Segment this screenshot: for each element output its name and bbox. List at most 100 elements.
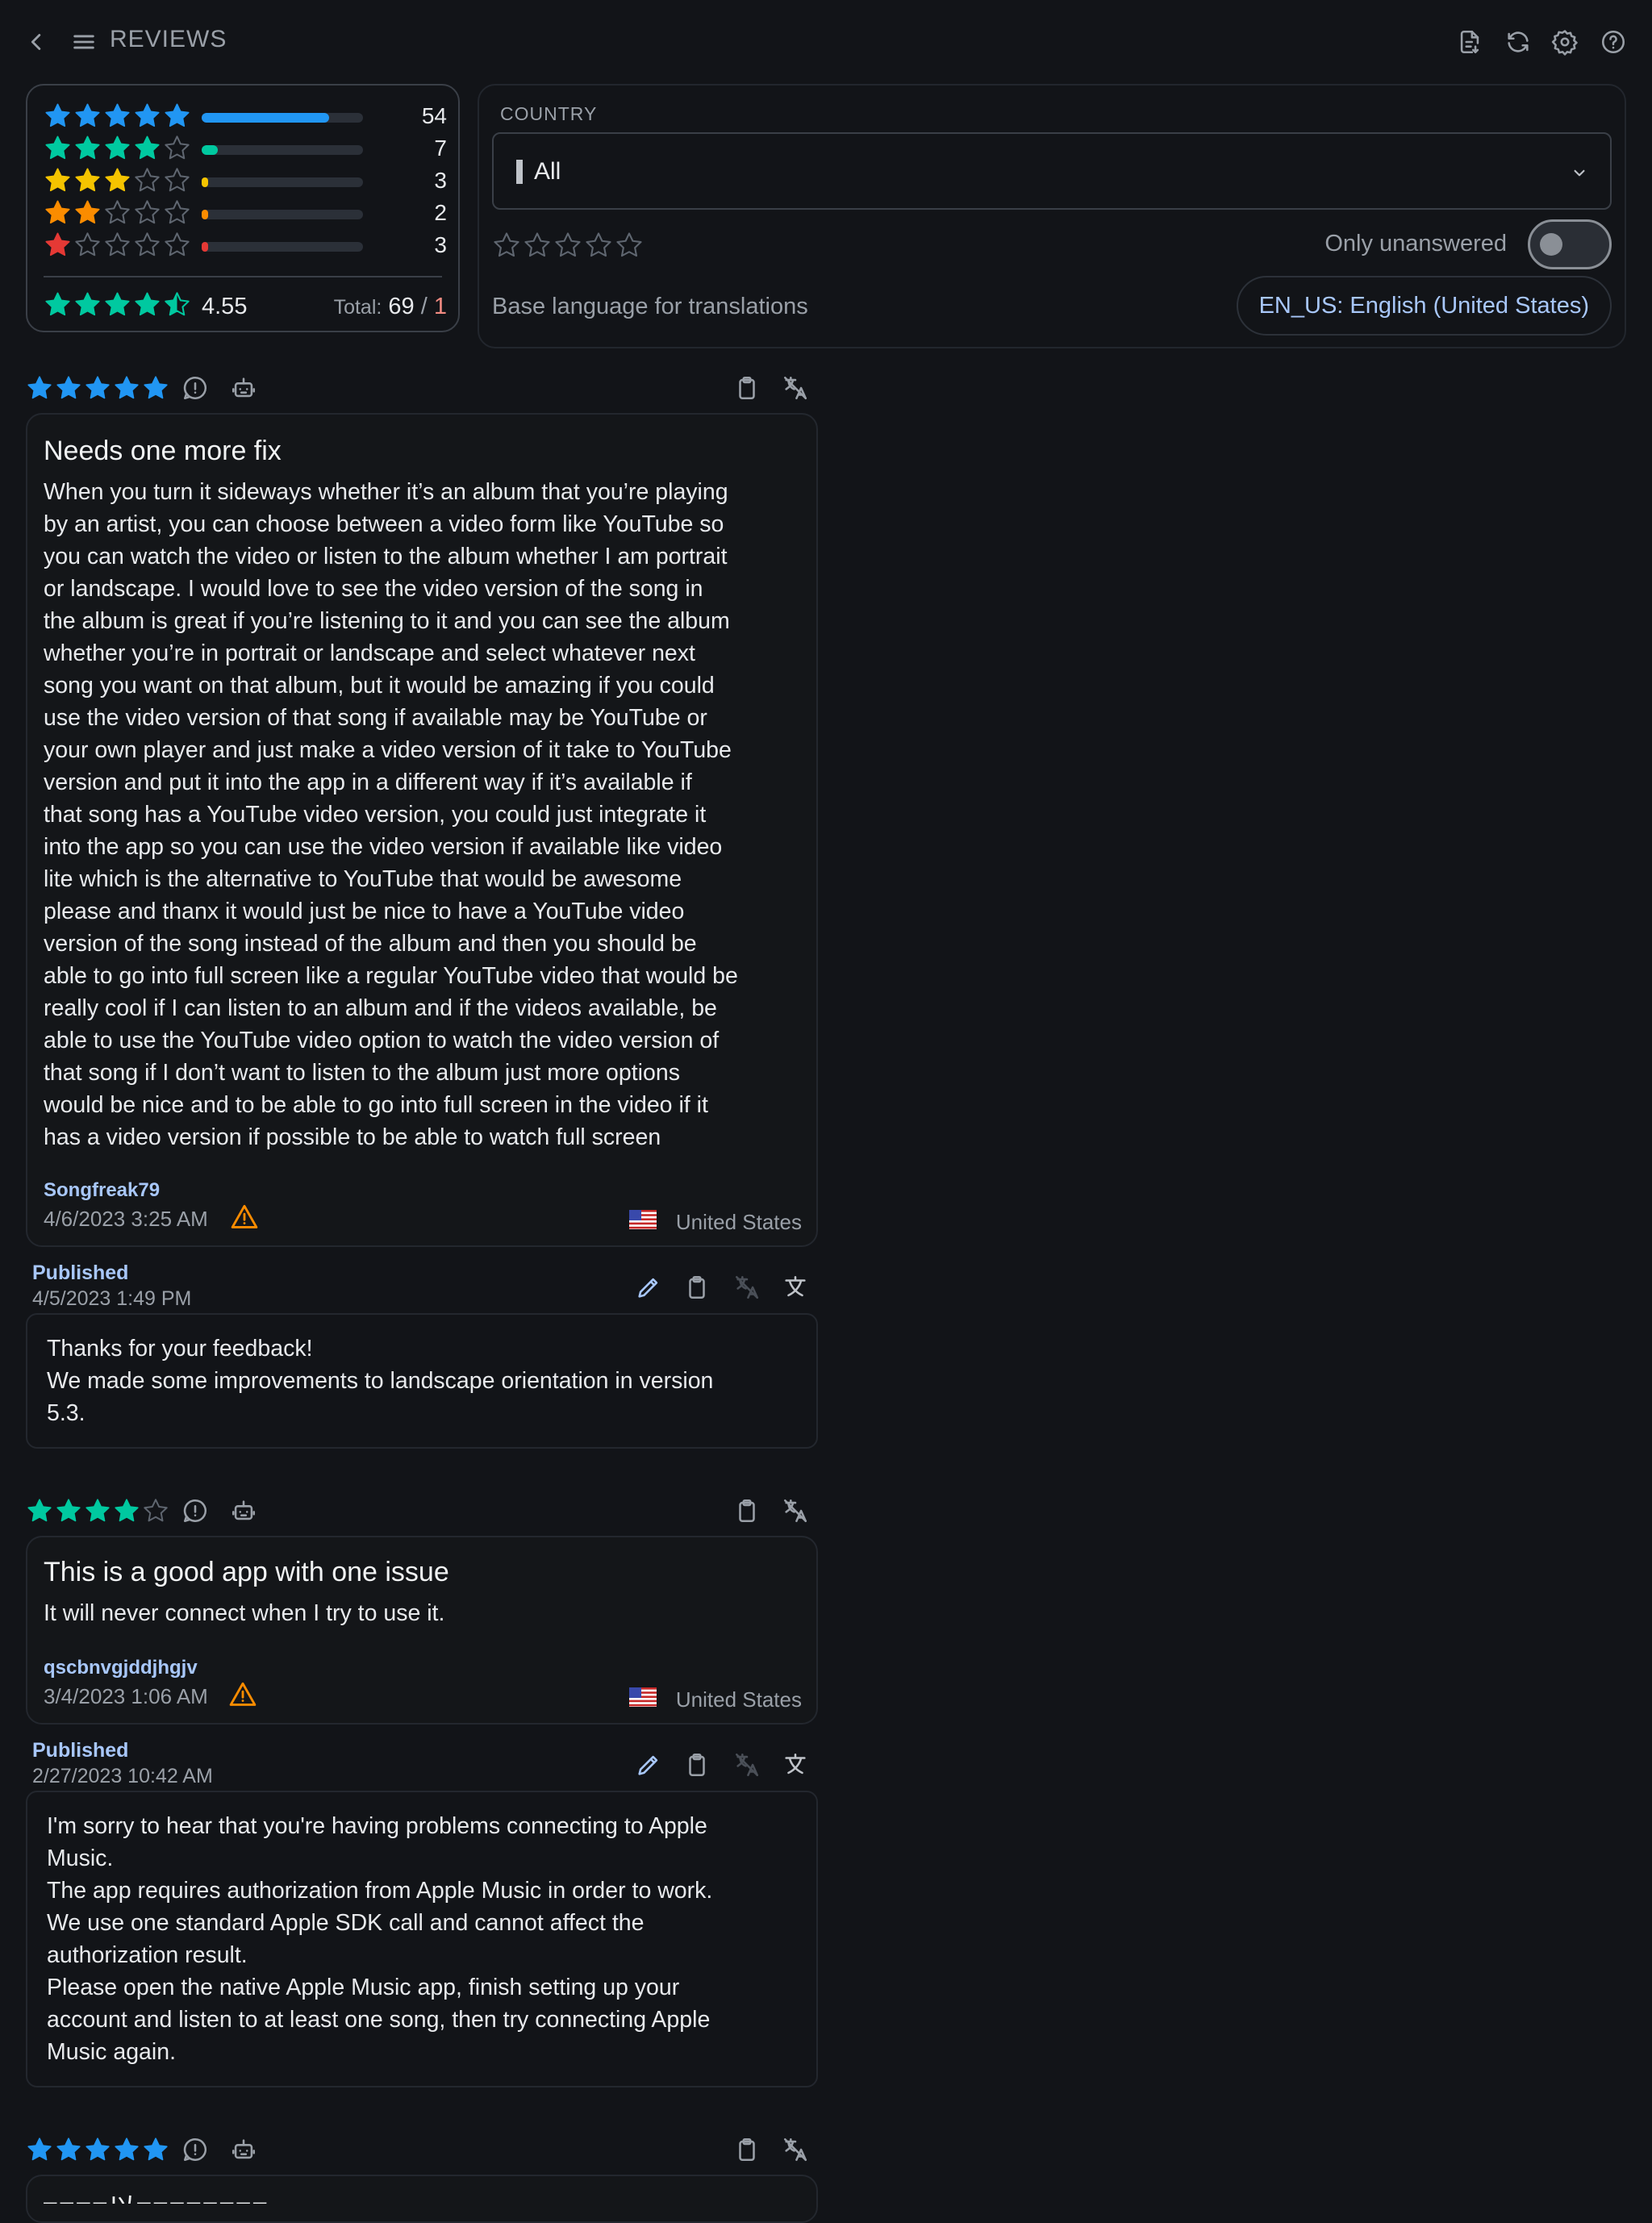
star-filled-icon — [75, 200, 100, 224]
rating-bar-fill — [202, 177, 208, 187]
refresh-icon[interactable] — [1504, 27, 1533, 56]
rating-row-4[interactable]: 7 — [44, 132, 447, 165]
chevron-down-icon — [1565, 158, 1594, 187]
star-filled-icon — [165, 103, 190, 127]
page-title: REVIEWS — [110, 26, 227, 52]
toggle-knob — [1540, 233, 1562, 256]
rating-row-2[interactable]: 2 — [44, 197, 447, 229]
review-body: It will never connect when I try to use … — [44, 1600, 445, 1626]
review-title: ■■■■以■■■■■■■■ — [42, 2191, 800, 2204]
review-date: 4/6/2023 3:25 AM — [44, 1207, 208, 1231]
star-empty-icon — [75, 232, 100, 256]
robot-icon[interactable] — [229, 2135, 258, 2164]
rating-stars — [44, 134, 191, 162]
translate-icon[interactable] — [781, 2135, 810, 2164]
star-filled-icon — [75, 136, 100, 160]
review-title: This is a good app with one issue — [44, 1557, 449, 1587]
average-rating-value: 4.55 — [202, 294, 248, 319]
rating-bar-track — [202, 177, 363, 187]
robot-icon[interactable] — [229, 1496, 258, 1525]
star-filled-icon — [75, 168, 100, 192]
star-filled-icon — [75, 292, 100, 316]
star-empty-icon — [586, 232, 611, 257]
translate-icon[interactable] — [781, 1496, 810, 1525]
reply-date: 4/5/2023 1:49 PM — [32, 1287, 192, 1310]
clipboard-icon[interactable] — [732, 2135, 761, 2164]
warning-icon — [231, 1204, 258, 1228]
clipboard-icon[interactable] — [682, 1273, 711, 1302]
text-cursor — [516, 160, 523, 184]
star-empty-icon — [524, 232, 550, 257]
reply-status: Published — [32, 1262, 129, 1284]
rating-stars — [44, 166, 191, 194]
only-unanswered-label: Only unanswered — [1325, 231, 1507, 256]
rating-bar-track — [202, 210, 363, 219]
help-icon[interactable] — [1599, 27, 1628, 56]
robot-icon[interactable] — [229, 373, 258, 402]
clipboard-icon[interactable] — [732, 373, 761, 402]
star-filled-icon — [27, 2138, 52, 2161]
star-empty-icon — [165, 200, 190, 224]
only-unanswered-toggle[interactable] — [1528, 219, 1612, 269]
back-icon[interactable] — [23, 27, 52, 56]
unanswered-count: 1 — [433, 294, 447, 319]
base-language-select[interactable]: EN_US: English (United States) — [1236, 276, 1612, 336]
review-title-clipped: ■■■■以■■■■■■■■ — [42, 2191, 800, 2204]
reply-card: I'm sorry to hear that you're having pro… — [26, 1791, 818, 2087]
edit-icon[interactable] — [634, 1750, 663, 1779]
total-separator: / — [420, 294, 428, 319]
report-icon[interactable] — [181, 373, 210, 402]
translate-icon[interactable] — [781, 1750, 810, 1779]
review-title: Needs one more fix — [44, 436, 282, 466]
star-filled-icon — [75, 103, 100, 127]
rating-filter-stars[interactable] — [492, 231, 644, 260]
star-half-icon — [165, 292, 190, 316]
base-language-label: Base language for translations — [492, 294, 808, 319]
rating-row-5[interactable]: 54 — [44, 100, 447, 132]
translate-icon[interactable] — [781, 1273, 810, 1302]
rating-bar-track — [202, 145, 363, 155]
star-filled-icon — [56, 376, 81, 399]
rating-bar-fill — [202, 242, 208, 252]
star-empty-icon — [135, 168, 160, 192]
rating-row-1[interactable]: 3 — [44, 229, 447, 261]
country-select[interactable]: All — [492, 132, 1612, 210]
translate-icon[interactable] — [781, 373, 810, 402]
star-filled-icon — [45, 200, 70, 224]
star-filled-icon — [135, 136, 160, 160]
total-label: Total: — [333, 296, 382, 319]
clipboard-icon[interactable] — [732, 1496, 761, 1525]
report-icon[interactable] — [181, 2135, 210, 2164]
average-stars — [44, 290, 191, 319]
star-filled-icon — [86, 1499, 110, 1522]
star-filled-icon — [115, 1499, 139, 1522]
star-filled-icon — [86, 2138, 110, 2161]
review-card: This is a good app with one issue It wil… — [26, 1536, 818, 1725]
rating-bar-track — [202, 113, 363, 123]
star-empty-icon — [105, 232, 130, 256]
export-icon[interactable] — [1455, 27, 1484, 56]
star-empty-icon — [105, 200, 130, 224]
star-filled-icon — [27, 1499, 52, 1522]
clipboard-icon[interactable] — [682, 1750, 711, 1779]
review-stars — [26, 374, 169, 402]
country-select-value: All — [534, 158, 561, 185]
star-filled-icon — [115, 2138, 139, 2161]
review-author[interactable]: qscbnvgjddjhgjv — [44, 1657, 198, 1679]
review-author[interactable]: Songfreak79 — [44, 1179, 160, 1202]
us-flag-icon — [629, 1687, 657, 1707]
star-filled-icon — [45, 136, 70, 160]
star-filled-icon — [45, 292, 70, 316]
report-icon[interactable] — [181, 1496, 210, 1525]
star-empty-icon — [165, 136, 190, 160]
star-filled-icon — [135, 103, 160, 127]
us-flag-icon — [629, 1210, 657, 1229]
settings-icon[interactable] — [1550, 27, 1579, 56]
edit-icon[interactable] — [634, 1273, 663, 1302]
rating-row-3[interactable]: 3 — [44, 165, 447, 197]
rating-count: 54 — [421, 103, 447, 128]
rating-count: 2 — [434, 200, 447, 225]
rating-stars — [44, 231, 191, 259]
menu-icon[interactable] — [69, 27, 98, 56]
reply-text: Thanks for your feedback! We made some i… — [47, 1336, 714, 1426]
